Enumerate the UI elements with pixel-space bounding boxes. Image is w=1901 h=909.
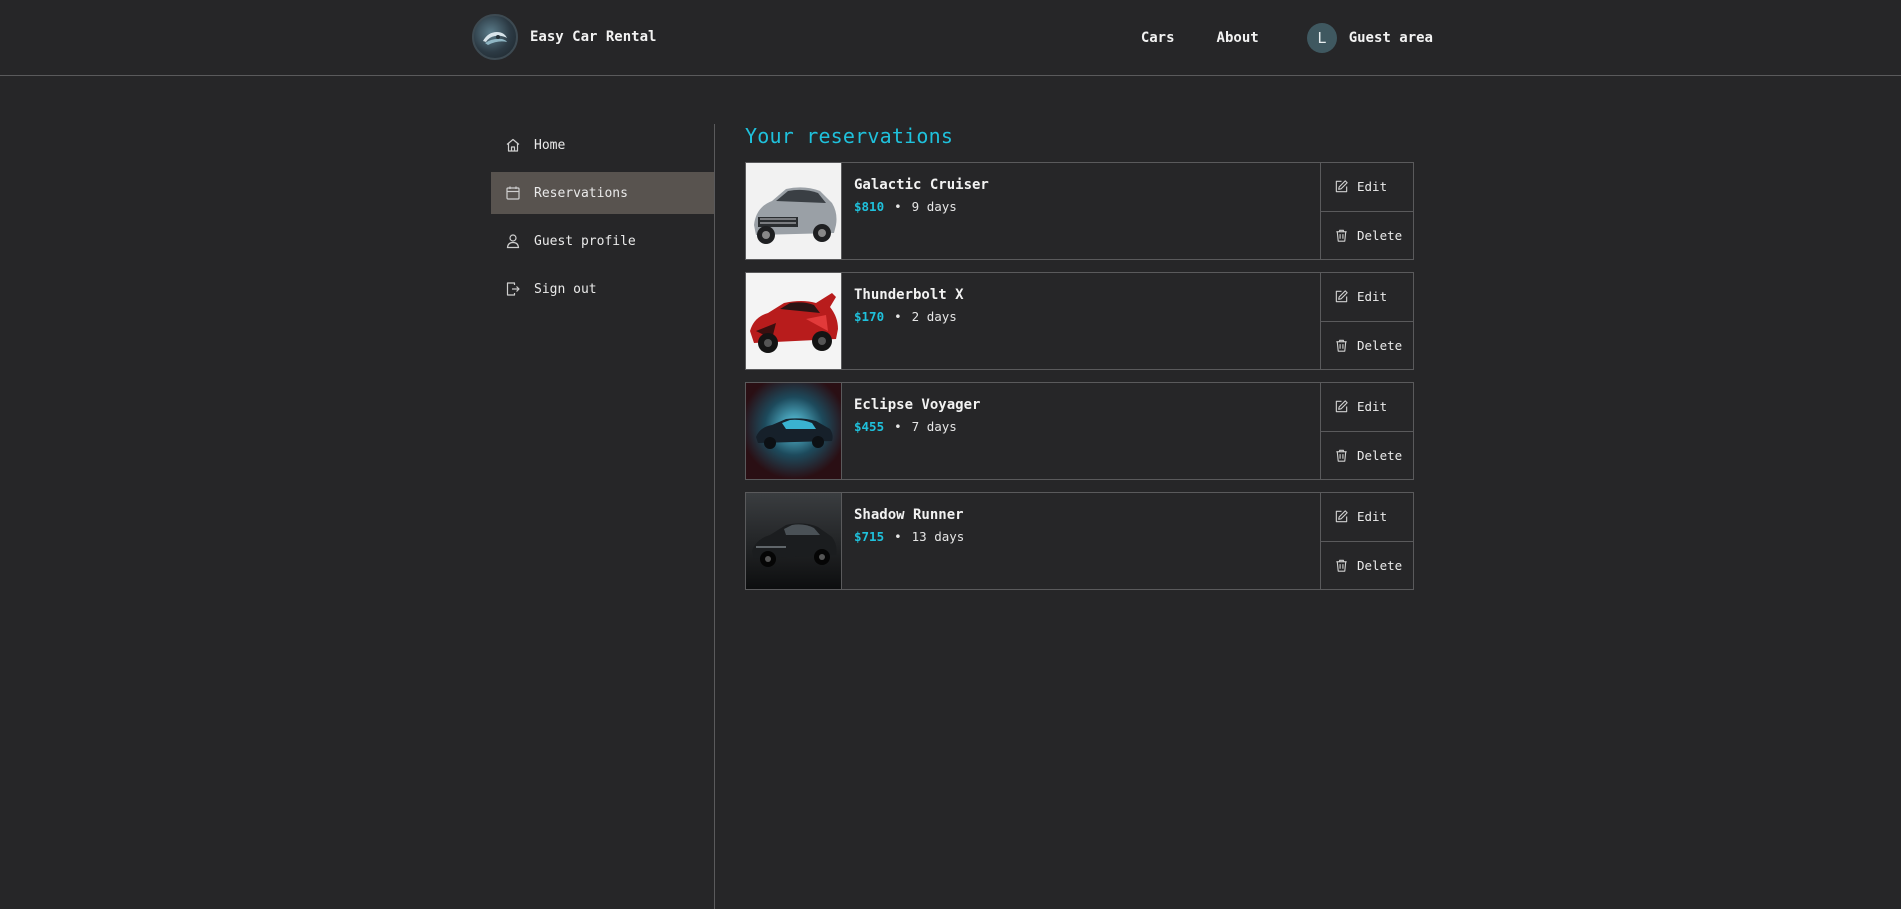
delete-label: Delete (1357, 227, 1403, 243)
reservation-meta: $715 • 13 days (854, 529, 1308, 544)
car-image (746, 163, 842, 259)
sidebar-item-label: Sign out (534, 281, 597, 297)
sidebar-item-reservations[interactable]: Reservations (491, 172, 714, 214)
delete-label: Delete (1357, 557, 1403, 573)
price: $170 (854, 309, 885, 324)
reservation-actions: Edit Delete (1320, 163, 1413, 259)
edit-icon (1335, 290, 1348, 303)
duration: 13 days (911, 529, 965, 544)
logo-icon (472, 14, 518, 60)
sidebar-item-guest-profile[interactable]: Guest profile (491, 220, 714, 262)
sidebar-item-label: Reservations (534, 185, 628, 201)
reservation-card: Shadow Runner $715 • 13 days Edit Delete (745, 492, 1414, 590)
trash-icon (1336, 339, 1347, 352)
reservation-card: Galactic Cruiser $810 • 9 days Edit Delete (745, 162, 1414, 260)
price: $810 (854, 199, 885, 214)
duration: 2 days (911, 309, 957, 324)
main-nav: Cars About L Guest area (1099, 0, 1433, 76)
sidebar-item-label: Guest profile (534, 233, 636, 249)
nav-link-cars[interactable]: Cars (1141, 30, 1175, 46)
reservation-actions: Edit Delete (1320, 273, 1413, 369)
sidebar: Home Reservations Guest profile Sign out (491, 124, 715, 909)
edit-label: Edit (1357, 179, 1388, 195)
price: $455 (854, 419, 885, 434)
duration: 9 days (911, 199, 957, 214)
separator: • (894, 529, 902, 544)
car-image (746, 493, 842, 589)
trash-icon (1336, 559, 1347, 572)
reservation-info: Eclipse Voyager $455 • 7 days (842, 383, 1320, 479)
user-icon (506, 234, 520, 249)
car-image (746, 383, 842, 479)
edit-label: Edit (1357, 399, 1388, 415)
edit-button[interactable]: Edit (1321, 273, 1413, 321)
price: $715 (854, 529, 885, 544)
car-image (746, 273, 842, 369)
nav-link-about[interactable]: About (1217, 30, 1259, 46)
edit-icon (1335, 180, 1348, 193)
edit-label: Edit (1357, 509, 1388, 525)
car-name: Thunderbolt X (854, 287, 964, 303)
delete-button[interactable]: Delete (1321, 210, 1413, 260)
car-name: Shadow Runner (854, 507, 964, 523)
sidebar-item-label: Home (534, 137, 566, 153)
reservation-card: Eclipse Voyager $455 • 7 days Edit Delete (745, 382, 1414, 480)
separator: • (894, 309, 902, 324)
separator: • (894, 419, 902, 434)
reservation-meta: $810 • 9 days (854, 199, 1308, 214)
edit-button[interactable]: Edit (1321, 493, 1413, 541)
reservation-meta: $170 • 2 days (854, 309, 1308, 324)
main-content: Your reservations Galactic Cruiser $810 •… (745, 124, 1415, 602)
edit-label: Edit (1357, 289, 1388, 305)
sidebar-item-sign-out[interactable]: Sign out (491, 268, 714, 310)
reservation-meta: $455 • 7 days (854, 419, 1308, 434)
duration: 7 days (911, 419, 957, 434)
reservation-actions: Edit Delete (1320, 493, 1413, 589)
guest-area-label: Guest area (1348, 30, 1433, 46)
reservation-actions: Edit Delete (1320, 383, 1413, 479)
edit-icon (1335, 400, 1348, 413)
page-title: Your reservations (745, 124, 954, 148)
delete-button[interactable]: Delete (1321, 430, 1413, 480)
calendar-icon (506, 186, 520, 200)
edit-button[interactable]: Edit (1321, 383, 1413, 431)
home-icon (506, 138, 520, 152)
sidebar-item-home[interactable]: Home (491, 124, 714, 166)
reservation-info: Galactic Cruiser $810 • 9 days (842, 163, 1320, 259)
avatar: L (1306, 23, 1337, 53)
car-name: Galactic Cruiser (854, 177, 989, 193)
delete-label: Delete (1357, 447, 1403, 463)
brand-link[interactable]: Easy Car Rental (472, 14, 656, 60)
top-bar: Easy Car Rental Cars About L Guest area (0, 0, 1901, 76)
delete-button[interactable]: Delete (1321, 320, 1413, 370)
reservation-card: Thunderbolt X $170 • 2 days Edit Delete (745, 272, 1414, 370)
brand-name: Easy Car Rental (530, 29, 657, 45)
reservation-info: Shadow Runner $715 • 13 days (842, 493, 1320, 589)
trash-icon (1336, 449, 1347, 462)
delete-label: Delete (1357, 337, 1403, 353)
car-name: Eclipse Voyager (854, 397, 981, 413)
guest-area-link[interactable]: L Guest area (1306, 23, 1433, 53)
edit-icon (1335, 510, 1348, 523)
sign-out-icon (506, 282, 520, 296)
trash-icon (1336, 229, 1347, 242)
reservation-info: Thunderbolt X $170 • 2 days (842, 273, 1320, 369)
edit-button[interactable]: Edit (1321, 163, 1413, 211)
separator: • (894, 199, 902, 214)
delete-button[interactable]: Delete (1321, 540, 1413, 590)
